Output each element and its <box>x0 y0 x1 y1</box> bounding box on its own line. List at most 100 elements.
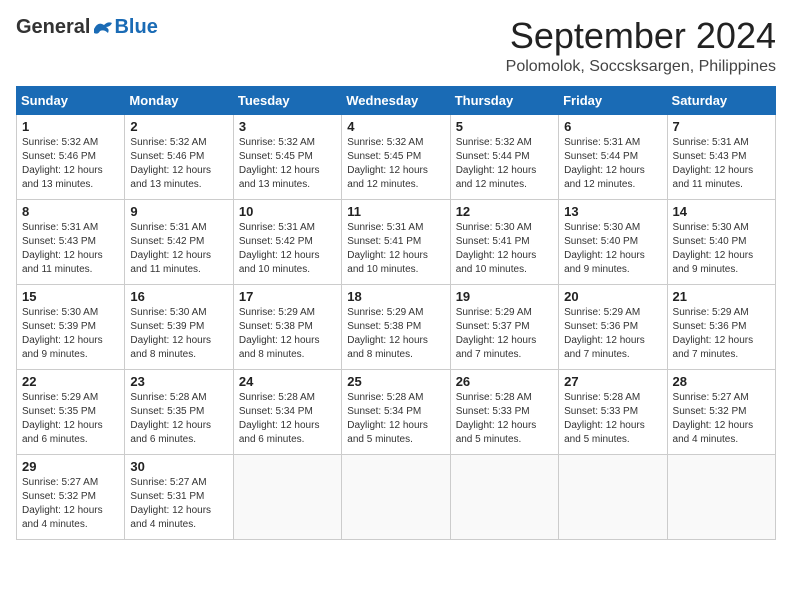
day-number: 11 <box>347 204 444 219</box>
day-cell-30: 30 Sunrise: 5:27 AMSunset: 5:31 PMDayligh… <box>125 454 233 539</box>
week-row-1: 1 Sunrise: 5:32 AMSunset: 5:46 PMDaylight… <box>17 114 776 199</box>
empty-cell <box>342 454 450 539</box>
day-info: Sunrise: 5:31 AMSunset: 5:42 PMDaylight:… <box>130 221 227 277</box>
day-info: Sunrise: 5:32 AMSunset: 5:46 PMDaylight:… <box>22 136 119 192</box>
week-row-2: 8 Sunrise: 5:31 AMSunset: 5:43 PMDaylight… <box>17 199 776 284</box>
empty-cell <box>667 454 775 539</box>
day-info: Sunrise: 5:27 AMSunset: 5:31 PMDaylight:… <box>130 476 227 532</box>
day-number: 19 <box>456 289 553 304</box>
day-cell-13: 13 Sunrise: 5:30 AMSunset: 5:40 PMDayligh… <box>559 199 667 284</box>
page-header: General Blue September 2024 Polomolok, S… <box>16 16 776 76</box>
day-number: 27 <box>564 374 661 389</box>
day-cell-29: 29 Sunrise: 5:27 AMSunset: 5:32 PMDayligh… <box>17 454 125 539</box>
day-info: Sunrise: 5:32 AMSunset: 5:45 PMDaylight:… <box>239 136 336 192</box>
day-info: Sunrise: 5:29 AMSunset: 5:35 PMDaylight:… <box>22 391 119 447</box>
day-number: 21 <box>673 289 770 304</box>
logo-bird-icon <box>92 19 114 37</box>
day-cell-16: 16 Sunrise: 5:30 AMSunset: 5:39 PMDayligh… <box>125 284 233 369</box>
day-cell-14: 14Sunrise: 5:30 AMSunset: 5:40 PMDayligh… <box>667 199 775 284</box>
day-number: 10 <box>239 204 336 219</box>
day-cell-15: 15 Sunrise: 5:30 AMSunset: 5:39 PMDayligh… <box>17 284 125 369</box>
title-block: September 2024 Polomolok, Soccsksargen, … <box>506 16 776 76</box>
day-info: Sunrise: 5:29 AMSunset: 5:38 PMDaylight:… <box>347 306 444 362</box>
location-title: Polomolok, Soccsksargen, Philippines <box>506 58 776 76</box>
day-info: Sunrise: 5:28 AMSunset: 5:33 PMDaylight:… <box>564 391 661 447</box>
day-cell-3: 3Sunrise: 5:32 AMSunset: 5:45 PMDaylight… <box>233 114 341 199</box>
day-info: Sunrise: 5:28 AMSunset: 5:34 PMDaylight:… <box>239 391 336 447</box>
day-number: 2 <box>130 119 227 134</box>
day-cell-23: 23 Sunrise: 5:28 AMSunset: 5:35 PMDayligh… <box>125 369 233 454</box>
day-info: Sunrise: 5:29 AMSunset: 5:37 PMDaylight:… <box>456 306 553 362</box>
day-number: 23 <box>130 374 227 389</box>
day-number: 28 <box>673 374 770 389</box>
day-number: 29 <box>22 459 119 474</box>
day-number: 22 <box>22 374 119 389</box>
day-info: Sunrise: 5:27 AMSunset: 5:32 PMDaylight:… <box>22 476 119 532</box>
day-info: Sunrise: 5:28 AMSunset: 5:34 PMDaylight:… <box>347 391 444 447</box>
week-row-5: 29 Sunrise: 5:27 AMSunset: 5:32 PMDayligh… <box>17 454 776 539</box>
calendar-table: SundayMondayTuesdayWednesdayThursdayFrid… <box>16 86 776 540</box>
day-cell-28: 28 Sunrise: 5:27 AMSunset: 5:32 PMDayligh… <box>667 369 775 454</box>
day-number: 7 <box>673 119 770 134</box>
day-number: 9 <box>130 204 227 219</box>
day-number: 1 <box>22 119 119 134</box>
day-number: 30 <box>130 459 227 474</box>
day-info: Sunrise: 5:27 AMSunset: 5:32 PMDaylight:… <box>673 391 770 447</box>
day-number: 15 <box>22 289 119 304</box>
weekday-header-row: SundayMondayTuesdayWednesdayThursdayFrid… <box>17 86 776 114</box>
day-info: Sunrise: 5:31 AMSunset: 5:43 PMDaylight:… <box>22 221 119 277</box>
day-info: Sunrise: 5:32 AMSunset: 5:46 PMDaylight:… <box>130 136 227 192</box>
day-cell-6: 6Sunrise: 5:31 AMSunset: 5:44 PMDaylight… <box>559 114 667 199</box>
day-info: Sunrise: 5:30 AMSunset: 5:39 PMDaylight:… <box>22 306 119 362</box>
week-row-4: 22 Sunrise: 5:29 AMSunset: 5:35 PMDayligh… <box>17 369 776 454</box>
day-cell-20: 20 Sunrise: 5:29 AMSunset: 5:36 PMDayligh… <box>559 284 667 369</box>
day-info: Sunrise: 5:31 AMSunset: 5:42 PMDaylight:… <box>239 221 336 277</box>
weekday-header-tuesday: Tuesday <box>233 86 341 114</box>
day-cell-10: 10 Sunrise: 5:31 AMSunset: 5:42 PMDayligh… <box>233 199 341 284</box>
day-number: 14 <box>673 204 770 219</box>
day-cell-21: 21 Sunrise: 5:29 AMSunset: 5:36 PMDayligh… <box>667 284 775 369</box>
day-number: 5 <box>456 119 553 134</box>
day-number: 20 <box>564 289 661 304</box>
day-cell-9: 9 Sunrise: 5:31 AMSunset: 5:42 PMDaylight… <box>125 199 233 284</box>
day-cell-12: 12 Sunrise: 5:30 AMSunset: 5:41 PMDayligh… <box>450 199 558 284</box>
empty-cell <box>450 454 558 539</box>
day-info: Sunrise: 5:30 AMSunset: 5:41 PMDaylight:… <box>456 221 553 277</box>
logo: General Blue <box>16 16 158 39</box>
day-number: 17 <box>239 289 336 304</box>
day-number: 16 <box>130 289 227 304</box>
day-cell-5: 5 Sunrise: 5:32 AMSunset: 5:44 PMDaylight… <box>450 114 558 199</box>
day-info: Sunrise: 5:30 AMSunset: 5:40 PMDaylight:… <box>564 221 661 277</box>
day-cell-2: 2 Sunrise: 5:32 AMSunset: 5:46 PMDaylight… <box>125 114 233 199</box>
day-info: Sunrise: 5:30 AMSunset: 5:39 PMDaylight:… <box>130 306 227 362</box>
day-cell-17: 17Sunrise: 5:29 AMSunset: 5:38 PMDayligh… <box>233 284 341 369</box>
day-cell-27: 27 Sunrise: 5:28 AMSunset: 5:33 PMDayligh… <box>559 369 667 454</box>
empty-cell <box>233 454 341 539</box>
day-info: Sunrise: 5:31 AMSunset: 5:43 PMDaylight:… <box>673 136 770 192</box>
weekday-header-sunday: Sunday <box>17 86 125 114</box>
day-info: Sunrise: 5:31 AMSunset: 5:41 PMDaylight:… <box>347 221 444 277</box>
day-number: 4 <box>347 119 444 134</box>
day-cell-1: 1 Sunrise: 5:32 AMSunset: 5:46 PMDaylight… <box>17 114 125 199</box>
day-info: Sunrise: 5:28 AMSunset: 5:33 PMDaylight:… <box>456 391 553 447</box>
weekday-header-thursday: Thursday <box>450 86 558 114</box>
day-cell-25: 25Sunrise: 5:28 AMSunset: 5:34 PMDayligh… <box>342 369 450 454</box>
weekday-header-friday: Friday <box>559 86 667 114</box>
day-number: 12 <box>456 204 553 219</box>
day-number: 6 <box>564 119 661 134</box>
day-info: Sunrise: 5:32 AMSunset: 5:44 PMDaylight:… <box>456 136 553 192</box>
day-number: 24 <box>239 374 336 389</box>
day-info: Sunrise: 5:29 AMSunset: 5:36 PMDaylight:… <box>564 306 661 362</box>
day-number: 13 <box>564 204 661 219</box>
weekday-header-monday: Monday <box>125 86 233 114</box>
day-number: 26 <box>456 374 553 389</box>
day-cell-4: 4Sunrise: 5:32 AMSunset: 5:45 PMDaylight… <box>342 114 450 199</box>
logo-blue-text: Blue <box>114 16 157 39</box>
weekday-header-saturday: Saturday <box>667 86 775 114</box>
day-number: 8 <box>22 204 119 219</box>
day-cell-19: 19 Sunrise: 5:29 AMSunset: 5:37 PMDayligh… <box>450 284 558 369</box>
logo-general-text: General <box>16 16 90 39</box>
day-info: Sunrise: 5:28 AMSunset: 5:35 PMDaylight:… <box>130 391 227 447</box>
day-info: Sunrise: 5:29 AMSunset: 5:36 PMDaylight:… <box>673 306 770 362</box>
day-cell-7: 7 Sunrise: 5:31 AMSunset: 5:43 PMDaylight… <box>667 114 775 199</box>
